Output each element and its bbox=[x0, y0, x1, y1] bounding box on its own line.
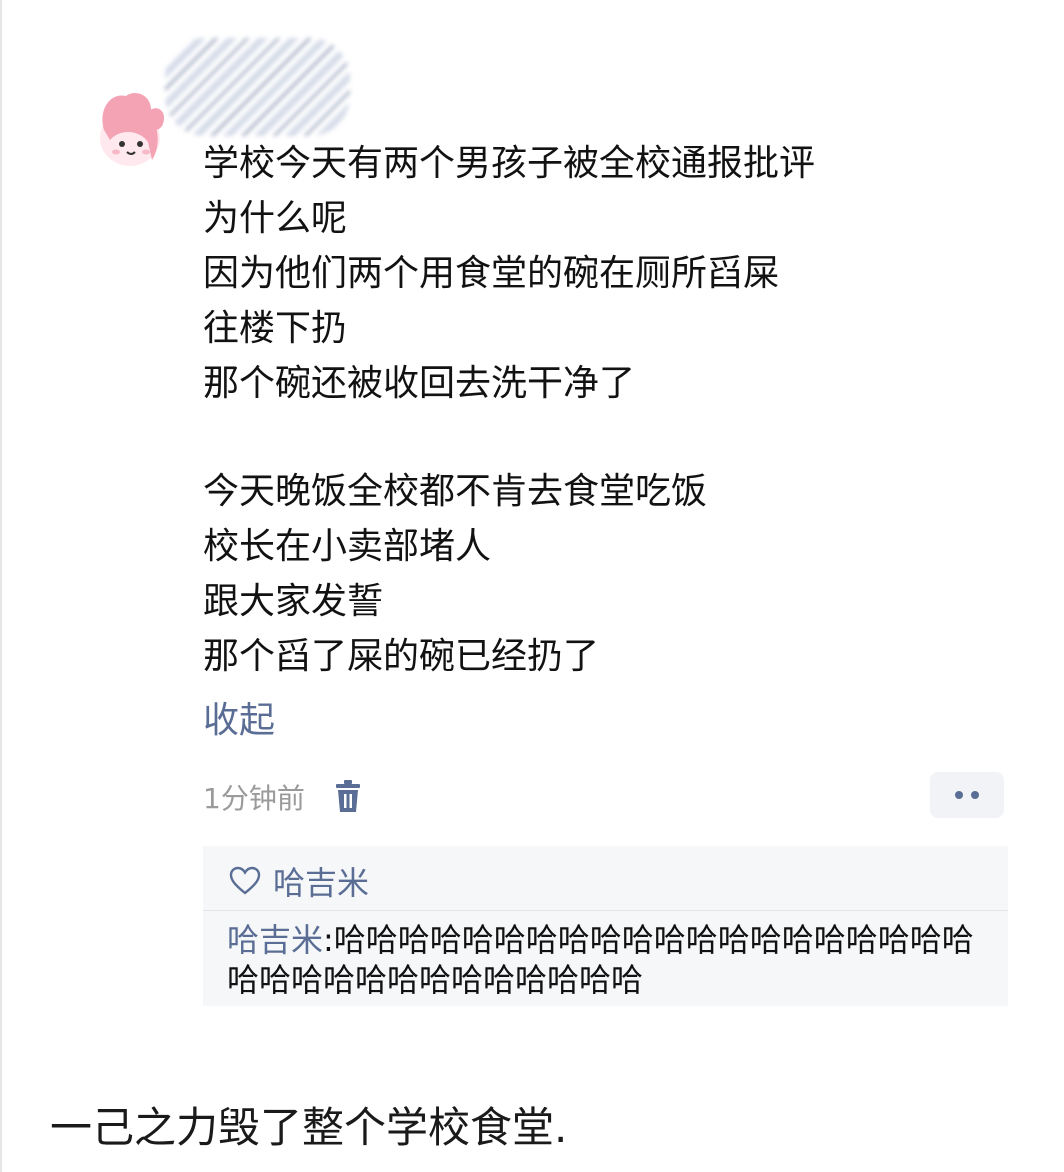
post-meta: 1分钟前 bbox=[203, 775, 363, 819]
comment[interactable]: 哈吉米:哈哈哈哈哈哈哈哈哈哈哈哈哈哈哈哈哈哈哈哈哈哈哈哈哈哈哈哈哈哈哈哈哈 bbox=[227, 920, 987, 1000]
post-line: 学校今天有两个男孩子被全校通报批评 bbox=[203, 143, 816, 184]
left-border bbox=[0, 0, 2, 1172]
post-line: 那个碗还被收回去洗干净了 bbox=[203, 363, 636, 404]
trash-icon[interactable] bbox=[333, 780, 363, 814]
post-line: 因为他们两个用食堂的碗在厕所舀屎 bbox=[203, 253, 780, 294]
likes-row: 哈吉米 bbox=[229, 856, 369, 906]
avatar[interactable] bbox=[90, 90, 170, 170]
blurred-username bbox=[165, 38, 350, 136]
timestamp: 1分钟前 bbox=[203, 782, 305, 815]
more-dots-icon bbox=[955, 791, 963, 799]
comment-separator: : bbox=[323, 921, 334, 959]
comment-text: 哈哈哈哈哈哈哈哈哈哈哈哈哈哈哈哈哈哈哈哈哈哈哈哈哈哈哈哈哈哈哈哈哈 bbox=[227, 921, 974, 999]
heart-outline-icon bbox=[229, 866, 261, 895]
more-dots-icon bbox=[971, 791, 979, 799]
comment-author[interactable]: 哈吉米 bbox=[227, 921, 323, 959]
more-options-button[interactable] bbox=[930, 772, 1004, 818]
post-content: 学校今天有两个男孩子被全校通报批评 为什么呢 因为他们两个用食堂的碗在厕所舀屎 … bbox=[203, 136, 1023, 684]
post-line-blank bbox=[203, 411, 1023, 464]
likes-comments-panel: 哈吉米 哈吉米:哈哈哈哈哈哈哈哈哈哈哈哈哈哈哈哈哈哈哈哈哈哈哈哈哈哈哈哈哈哈哈哈… bbox=[203, 846, 1008, 1006]
caption-text: 一己之力毁了整个学校食堂. bbox=[50, 1103, 568, 1152]
collapse-link[interactable]: 收起 bbox=[203, 697, 275, 745]
post-line: 校长在小卖部堵人 bbox=[203, 526, 492, 567]
post-line: 为什么呢 bbox=[203, 198, 348, 239]
post-line: 那个舀了屎的碗已经扔了 bbox=[203, 636, 600, 677]
post-line: 跟大家发誓 bbox=[203, 581, 384, 622]
moments-post-screen: 学校今天有两个男孩子被全校通报批评 为什么呢 因为他们两个用食堂的碗在厕所舀屎 … bbox=[0, 0, 1064, 1172]
post-line: 往楼下扔 bbox=[203, 308, 348, 349]
like-user-name[interactable]: 哈吉米 bbox=[273, 858, 369, 904]
post-line: 今天晚饭全校都不肯去食堂吃饭 bbox=[203, 471, 708, 512]
panel-divider bbox=[203, 910, 1008, 911]
